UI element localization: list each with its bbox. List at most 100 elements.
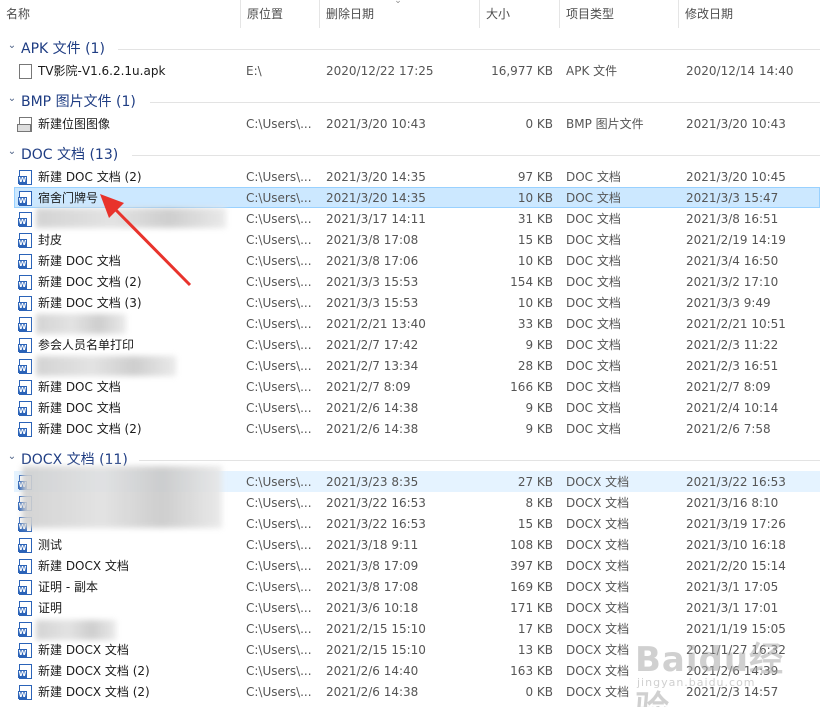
file-name: 新建位图图像 (38, 117, 111, 131)
group-divider (139, 460, 820, 461)
deleted-date: 2020/12/22 17:25 (326, 64, 434, 78)
file-row[interactable]: 新建 DOCX 文档 C:\Users\... 2021/3/8 17:09 397 … (14, 555, 820, 576)
file-row[interactable]: 新建 DOC 文档 (2) C:\Users\... 2021/3/3 15:53 1… (14, 271, 820, 292)
file-row[interactable]: 测试 C:\Users\... 2021/3/18 9:11 108 KB DOCX 文… (14, 534, 820, 555)
word-document-icon (18, 233, 32, 248)
file-size: 9 KB (525, 422, 553, 436)
file-row[interactable]: 证明 C:\Users\... 2021/3/6 10:18 171 KB DOCX 文… (14, 597, 820, 618)
original-location: C:\Users\... (246, 643, 312, 657)
word-document-icon (18, 664, 32, 679)
redacted-filename (36, 208, 226, 228)
deleted-date: 2021/3/20 14:35 (326, 191, 426, 205)
group-header[interactable]: ⌄ DOC 文档 (13) (0, 141, 820, 165)
file-size: 97 KB (517, 170, 553, 184)
column-header-name[interactable]: 名称 (0, 0, 241, 28)
word-document-icon (18, 170, 32, 185)
redacted-filename (22, 466, 222, 528)
deleted-date: 2021/3/3 15:53 (326, 296, 419, 310)
column-header-location[interactable]: 原位置 (241, 0, 320, 28)
file-name: 参会人员名单打印 (38, 338, 135, 352)
modified-date: 2021/3/4 16:50 (686, 254, 779, 268)
modified-date: 2021/3/2 17:10 (686, 275, 779, 289)
modified-date: 2021/3/20 10:45 (686, 170, 786, 184)
item-type: DOC 文档 (566, 359, 621, 373)
file-row[interactable]: 封皮 C:\Users\... 2021/3/8 17:08 15 KB DOC 文档 2… (14, 229, 820, 250)
chevron-down-icon[interactable]: ⌄ (6, 93, 18, 105)
chevron-down-icon[interactable]: ⌄ (6, 451, 18, 463)
baidu-watermark: Baidu经验 jingyan.baidu.com (625, 632, 815, 707)
deleted-date: 2021/3/8 17:08 (326, 233, 419, 247)
column-header-size[interactable]: 大小 (480, 0, 560, 28)
modified-date: 2021/3/22 16:53 (686, 475, 786, 489)
original-location: C:\Users\... (246, 191, 312, 205)
file-row[interactable]: 新建 DOC 文档 (3) C:\Users\... 2021/3/3 15:53 1… (14, 292, 820, 313)
sort-chevron-down-icon: ⌄ (394, 0, 402, 6)
item-type: DOC 文档 (566, 422, 621, 436)
file-size: 397 KB (510, 559, 553, 573)
original-location: C:\Users\... (246, 401, 312, 415)
file-row[interactable]: 新建 DOC 文档 C:\Users\... 2021/3/8 17:06 10 KB… (14, 250, 820, 271)
file-name: 新建 DOC 文档 (3) (38, 296, 142, 310)
item-type: DOC 文档 (566, 254, 621, 268)
file-size: 10 KB (517, 296, 553, 310)
file-name: 新建 DOCX 文档 (38, 559, 129, 573)
group-header[interactable]: ⌄ BMP 图片文件 (1) (0, 88, 820, 112)
file-name: 新建 DOCX 文档 (38, 643, 129, 657)
modified-date: 2021/3/16 8:10 (686, 496, 779, 510)
modified-date: 2021/3/3 15:47 (686, 191, 779, 205)
deleted-date: 2021/3/22 16:53 (326, 496, 426, 510)
file-row[interactable]: 新建 DOC 文档 C:\Users\... 2021/2/6 14:38 9 KB D… (14, 397, 820, 418)
item-type: DOC 文档 (566, 380, 621, 394)
file-row[interactable]: 宿舍门牌号 C:\Users\... 2021/3/20 14:35 10 KB DOC… (14, 187, 820, 208)
word-document-icon (18, 338, 32, 353)
deleted-date: 2021/3/8 17:08 (326, 580, 419, 594)
deleted-date: 2021/3/23 8:35 (326, 475, 419, 489)
original-location: C:\Users\... (246, 559, 312, 573)
file-row[interactable]: 新建 DOC 文档 C:\Users\... 2021/2/7 8:09 166 KB… (14, 376, 820, 397)
word-document-icon (18, 317, 32, 332)
deleted-date: 2021/2/15 15:10 (326, 643, 426, 657)
original-location: C:\Users\... (246, 117, 312, 131)
file-row[interactable]: 新建 DOC 文档 (2) C:\Users\... 2021/3/20 14:35… (14, 166, 820, 187)
column-header-bar: 名称 原位置 删除日期 ⌄ 大小 项目类型 修改日期 (0, 0, 820, 28)
file-row[interactable]: 参会人员名单打印 C:\Users\... 2021/2/7 17:42 9 KB DO… (14, 334, 820, 355)
chevron-down-icon[interactable]: ⌄ (6, 146, 18, 158)
original-location: C:\Users\... (246, 517, 312, 531)
original-location: C:\Users\... (246, 496, 312, 510)
modified-date: 2021/2/6 7:58 (686, 422, 771, 436)
original-location: C:\Users\... (246, 538, 312, 552)
word-document-icon (18, 643, 32, 658)
item-type: DOCX 文档 (566, 517, 630, 531)
modified-date: 2021/2/3 11:22 (686, 338, 779, 352)
item-type: APK 文件 (566, 64, 618, 78)
original-location: C:\Users\... (246, 622, 312, 636)
file-name: 新建 DOCX 文档 (2) (38, 664, 150, 678)
deleted-date: 2021/2/7 13:34 (326, 359, 419, 373)
original-location: C:\Users\... (246, 212, 312, 226)
deleted-date: 2021/2/6 14:38 (326, 422, 419, 436)
file-row[interactable]: 新建位图图像 C:\Users\... 2021/3/20 10:43 0 KB BMP… (14, 113, 820, 134)
word-document-icon (18, 580, 32, 595)
modified-date: 2021/2/3 16:51 (686, 359, 779, 373)
file-name: 新建 DOC 文档 (38, 254, 121, 268)
modified-date: 2021/3/1 17:05 (686, 580, 779, 594)
column-header-type[interactable]: 项目类型 (560, 0, 679, 28)
file-row[interactable]: TV影院-V1.6.2.1u.apk E:\ 2020/12/22 17:25 16,… (14, 60, 820, 81)
file-size: 10 KB (517, 191, 553, 205)
file-size: 27 KB (517, 475, 553, 489)
original-location: C:\Users\... (246, 380, 312, 394)
file-size: 9 KB (525, 338, 553, 352)
file-name: 宿舍门牌号 (38, 191, 99, 205)
file-row[interactable]: 证明 - 副本 C:\Users\... 2021/3/8 17:08 169 KB D… (14, 576, 820, 597)
file-row[interactable]: C:\Users\... 2021/2/21 13:40 33 KB DOC 文档 20… (14, 313, 820, 334)
item-type: DOCX 文档 (566, 475, 630, 489)
file-row[interactable]: 新建 DOC 文档 (2) C:\Users\... 2021/2/6 14:38 9… (14, 418, 820, 439)
original-location: C:\Users\... (246, 422, 312, 436)
file-size: 31 KB (517, 212, 553, 226)
column-header-modified[interactable]: 修改日期 (679, 0, 820, 28)
word-document-icon (18, 538, 32, 553)
modified-date: 2020/12/14 14:40 (686, 64, 794, 78)
deleted-date: 2021/2/21 13:40 (326, 317, 426, 331)
group-header[interactable]: ⌄ APK 文件 (1) (0, 35, 820, 59)
chevron-down-icon[interactable]: ⌄ (6, 40, 18, 52)
